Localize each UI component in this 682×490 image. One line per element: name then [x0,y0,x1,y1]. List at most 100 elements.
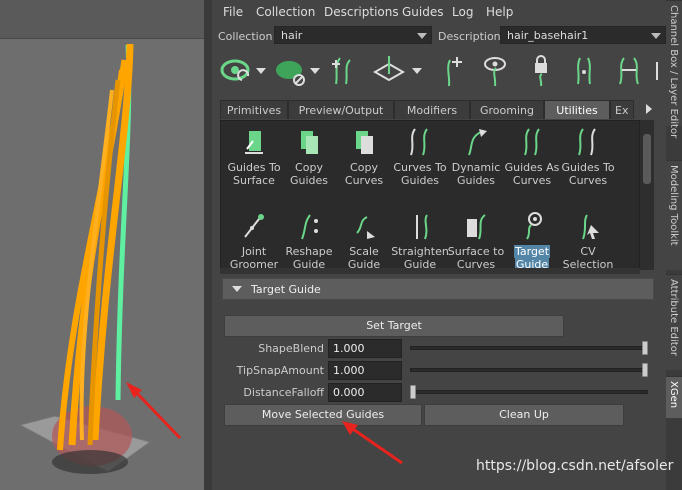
tool-label-line1: Joint [241,245,267,258]
target-guide-section-header[interactable]: Target Guide [222,278,654,300]
menu-descriptions[interactable]: Descriptions [324,5,399,19]
clean-up-button[interactable]: Clean Up [424,404,624,426]
tool-scale-guide[interactable]: Scale Guide [335,211,393,269]
tool-label-line1: Copy [295,161,323,174]
side-tab-label: Channel Box / Layer Editor [668,5,679,139]
3d-viewport[interactable] [0,0,204,490]
tool-label-line1: Surface to [447,245,505,258]
chevron-down-icon[interactable] [256,68,266,74]
shapeblend-slider[interactable] [410,346,648,350]
tool-surface-to-curves[interactable]: Surface to Curves [447,211,505,269]
xgen-panel: File Collection Descriptions Guides Log … [212,0,666,490]
tipsnapamount-field[interactable]: 1.000 [328,361,402,380]
distancefalloff-field[interactable]: 0.000 [328,383,402,402]
shapeblend-slider-thumb[interactable] [642,341,648,355]
tool-reshape-guide[interactable]: Reshape Guide [280,211,338,269]
menu-collection[interactable]: Collection [256,5,315,19]
set-target-button[interactable]: Set Target [224,315,564,337]
tool-guides-to-surface[interactable]: Guides To Surface [225,127,283,187]
dynamic-guides-icon [468,129,487,156]
tool-target-guide[interactable]: Target Guide [503,211,561,269]
side-tab-bar: Channel Box / Layer Editor Modeling Tool… [666,0,682,490]
menu-guides[interactable]: Guides [402,5,444,19]
create-description-icon[interactable] [218,54,252,88]
shapeblend-field[interactable]: 1.000 [328,339,402,358]
show-guide-icon[interactable] [478,54,512,88]
tool-label-line1: Reshape [285,245,333,258]
tool-guides-to-curves[interactable]: Guides To Curves [559,127,617,187]
tool-copy-guides[interactable]: Copy Guides [280,127,338,187]
tab-modeling-toolkit[interactable]: Modeling Toolkit [666,160,682,270]
tool-dynamic-guides[interactable]: Dynamic Guides [447,127,505,187]
tab-primitives[interactable]: Primitives [220,100,288,119]
tab-expressions[interactable]: Ex [610,100,634,119]
chevron-down-icon [651,33,661,39]
tool-joint-groomer[interactable]: Joint Groomer [225,211,283,269]
tool-grid-resize-handle[interactable] [220,268,640,274]
tool-straighten-guide[interactable]: Straighten Guide [391,211,449,269]
tool-label-line2: Curves [512,174,552,187]
chevron-right-icon[interactable] [646,104,652,114]
tool-label-line1: Scale [349,245,379,258]
menu-log[interactable]: Log [452,5,473,19]
tool-label-line2: Guides [456,174,496,187]
surface-to-curves-icon [467,214,486,240]
annotation-arrow [342,421,403,465]
side-tab-label: Attribute Editor [668,279,679,356]
tool-label-line1: Straighten [391,245,449,258]
tool-copy-curves[interactable]: Copy Curves [335,127,393,187]
tab-grooming[interactable]: Grooming [470,100,544,119]
add-point-icon[interactable] [432,54,466,88]
tipsnapamount-slider[interactable] [410,368,648,372]
param-label-distancefalloff: DistanceFalloff [243,386,324,399]
collection-dropdown[interactable]: hair [274,26,432,44]
sphere-shadow [52,450,128,474]
tab-attribute-editor[interactable]: Attribute Editor [666,274,682,370]
utilities-tool-grid: Guides To Surface Copy Guides Copy Curves C… [220,120,640,270]
menu-file[interactable]: File [223,5,243,19]
lock-guide-icon[interactable] [524,54,558,88]
tool-curves-to-guides[interactable]: Curves To Guides [391,127,449,187]
move-guide-icon[interactable] [372,54,406,88]
tool-grid-scrollbar[interactable] [640,120,654,270]
curves-to-guides-icon [410,128,428,156]
tool-label-line2: Guides [400,174,440,187]
scrollbar-thumb[interactable] [643,134,651,184]
tab-modifiers[interactable]: Modifiers [394,100,470,119]
tab-xgen[interactable]: XGen [666,376,682,418]
tab-channel-box-layer-editor[interactable]: Channel Box / Layer Editor [666,0,682,138]
tool-label-line1: Curves To [393,161,447,174]
hair-scene [18,43,182,474]
tab-utilities[interactable]: Utilities [544,100,610,119]
tipsnapamount-slider-thumb[interactable] [642,363,648,377]
chevron-down-icon[interactable] [310,68,320,74]
paint-mask-icon[interactable] [272,54,306,88]
tool-label-line1: Guides To [561,161,615,174]
panel-splitter[interactable] [204,0,212,490]
tool-label-line1: Target [513,245,551,258]
menu-bar: File Collection Descriptions Guides Log … [212,0,666,24]
description-dropdown[interactable]: hair_basehair1 [500,26,666,44]
menu-help[interactable]: Help [486,5,513,19]
sculpt-guide-icon[interactable] [568,54,602,88]
tab-bar: Primitives Preview/Output Modifiers Groo… [220,100,666,120]
distancefalloff-slider-thumb[interactable] [410,385,416,399]
flip-guide-icon[interactable] [612,54,646,88]
param-label-tipsnapamount: TipSnapAmount [236,364,324,377]
distancefalloff-slider[interactable] [410,390,648,394]
tab-preview-output[interactable]: Preview/Output [288,100,394,119]
collapse-triangle-icon [232,286,242,292]
add-guide-icon[interactable] [326,54,360,88]
tool-guides-as-curves[interactable]: Guides As Curves [503,127,561,187]
guides-to-curves-icon [578,128,596,156]
tool-label-line1: Guides As [504,161,560,174]
scale-guide-icon [356,216,375,239]
tool-label-line2: Surface [233,174,275,187]
tool-label-line1: CV [580,245,596,258]
tool-cv-selection[interactable]: CV Selection [559,211,617,269]
chevron-down-icon[interactable] [412,68,422,74]
reshape-guide-icon [301,214,318,240]
cv-selection-icon [582,214,599,240]
description-label: Description [438,30,501,43]
chevron-down-icon [417,33,427,39]
